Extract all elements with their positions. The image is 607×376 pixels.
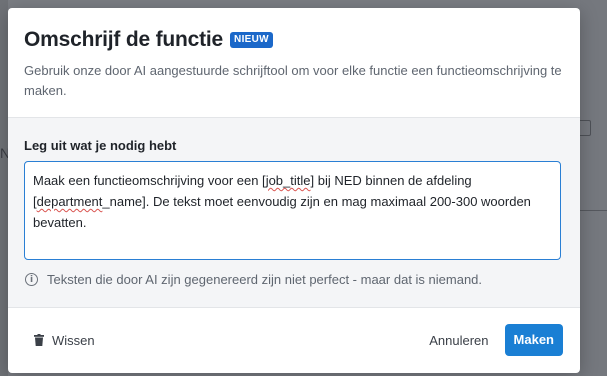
dialog-body: Leg uit wat je nodig hebt Maak een funct…	[8, 118, 580, 308]
trash-icon	[34, 334, 44, 346]
make-button[interactable]: Maken	[504, 324, 563, 356]
prompt-text-spell-1: job_title	[265, 173, 311, 188]
footer-actions: Annuleren Maken	[429, 324, 563, 356]
cancel-button[interactable]: Annuleren	[429, 333, 488, 348]
prompt-text-1: Maak een functieomschrijving voor een [	[33, 173, 266, 188]
clear-button[interactable]: Wissen	[34, 333, 95, 348]
ai-hint: i Teksten die door AI zijn gegenereerd z…	[24, 272, 564, 287]
prompt-text-spell-2: department	[36, 194, 103, 209]
dialog-subtitle: Gebruik onze door AI aangestuurde schrij…	[24, 63, 562, 98]
describe-function-dialog: Omschrijf de functie NIEUW Gebruik onze …	[8, 8, 580, 373]
prompt-text-3: _name]. De tekst moet eenvoudig zijn en …	[33, 194, 535, 230]
title-row: Omschrijf de functie NIEUW	[24, 28, 564, 52]
info-icon: i	[25, 273, 38, 286]
backdrop-right	[580, 0, 607, 376]
clear-label: Wissen	[52, 332, 95, 348]
dialog-header: Omschrijf de functie NIEUW Gebruik onze …	[8, 8, 580, 118]
prompt-label: Leg uit wat je nodig hebt	[24, 138, 177, 153]
prompt-textarea[interactable]: Maak een functieomschrijving voor een [j…	[24, 161, 561, 260]
dialog-title: Omschrijf de functie	[24, 28, 224, 51]
hint-text: Teksten die door AI zijn gegenereerd zij…	[47, 272, 483, 287]
backdrop-left	[0, 0, 8, 376]
backdrop-divider	[580, 210, 607, 211]
new-badge: NIEUW	[230, 32, 273, 48]
dialog-footer: Wissen Annuleren Maken	[8, 308, 580, 372]
